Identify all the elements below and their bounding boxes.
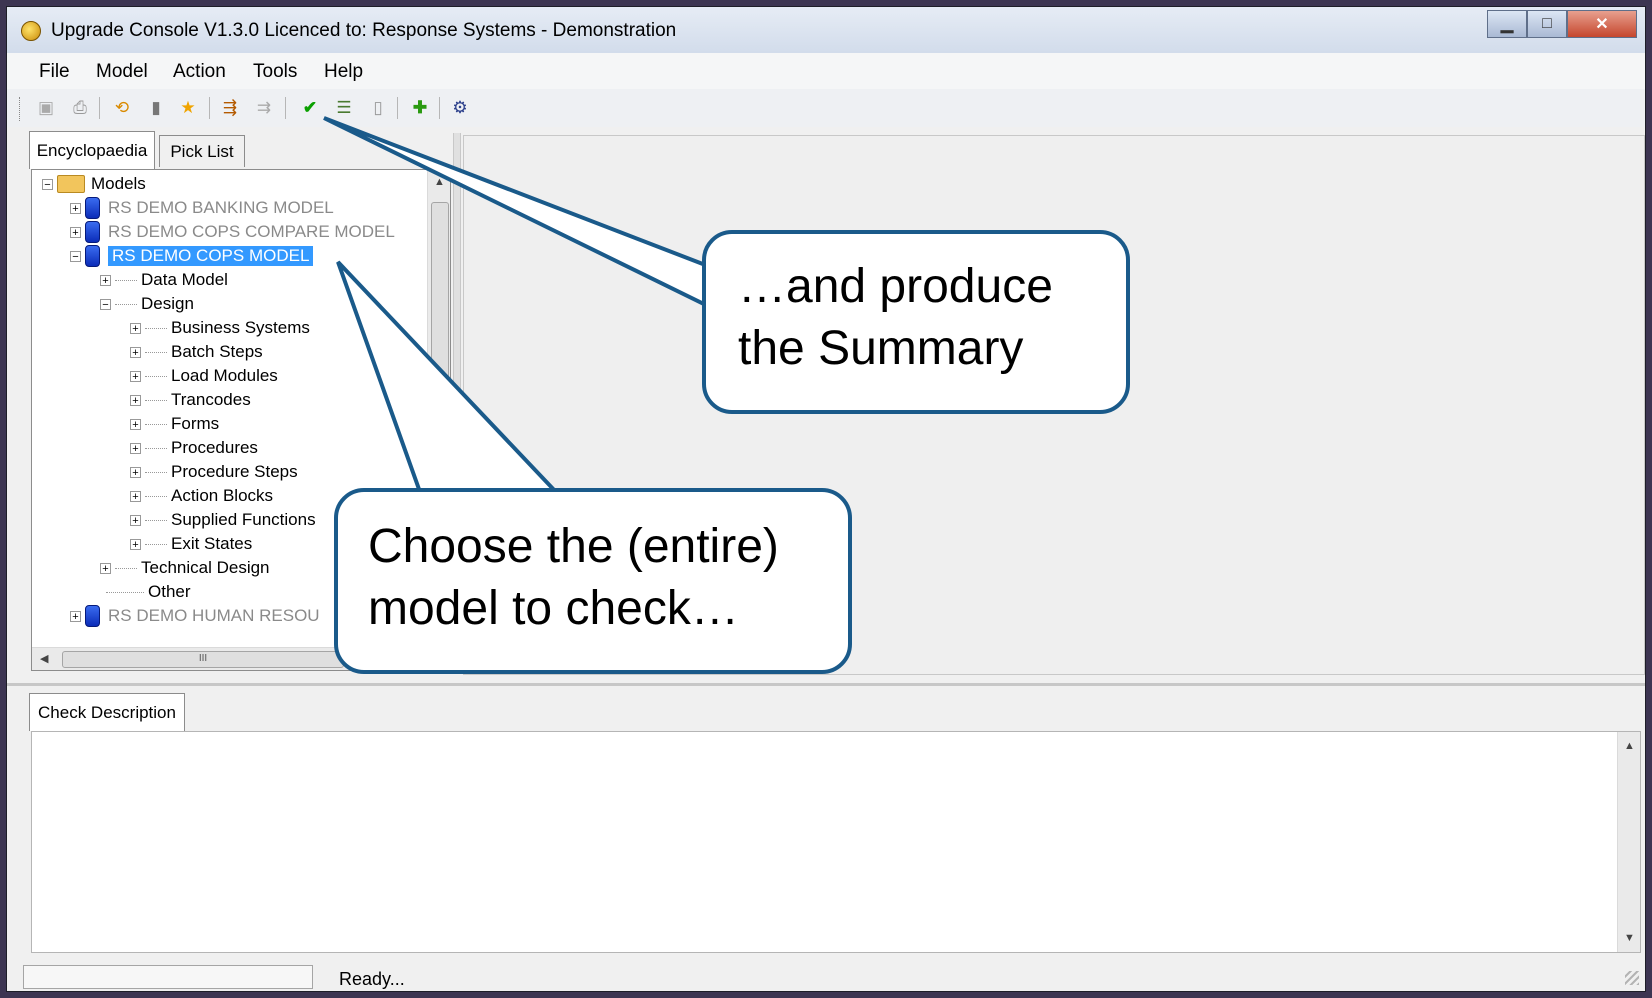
callout-line: Choose the (entire): [368, 520, 779, 573]
choose-callout-pointer: [336, 260, 561, 494]
callout-line: the Summary: [738, 322, 1024, 375]
summary-callout-pointer: [323, 116, 710, 310]
tab-encyclopaedia[interactable]: Encyclopaedia: [29, 131, 155, 169]
callout-line: …and produce: [738, 260, 1053, 313]
bottom-tab-strip: Check Description: [29, 693, 185, 731]
tab-check-description[interactable]: Check Description: [29, 693, 185, 731]
choose-callout: Choose the (entire) model to check…: [334, 488, 852, 674]
callout-line: model to check…: [368, 582, 739, 635]
summary-callout: …and produce the Summary: [702, 230, 1130, 414]
